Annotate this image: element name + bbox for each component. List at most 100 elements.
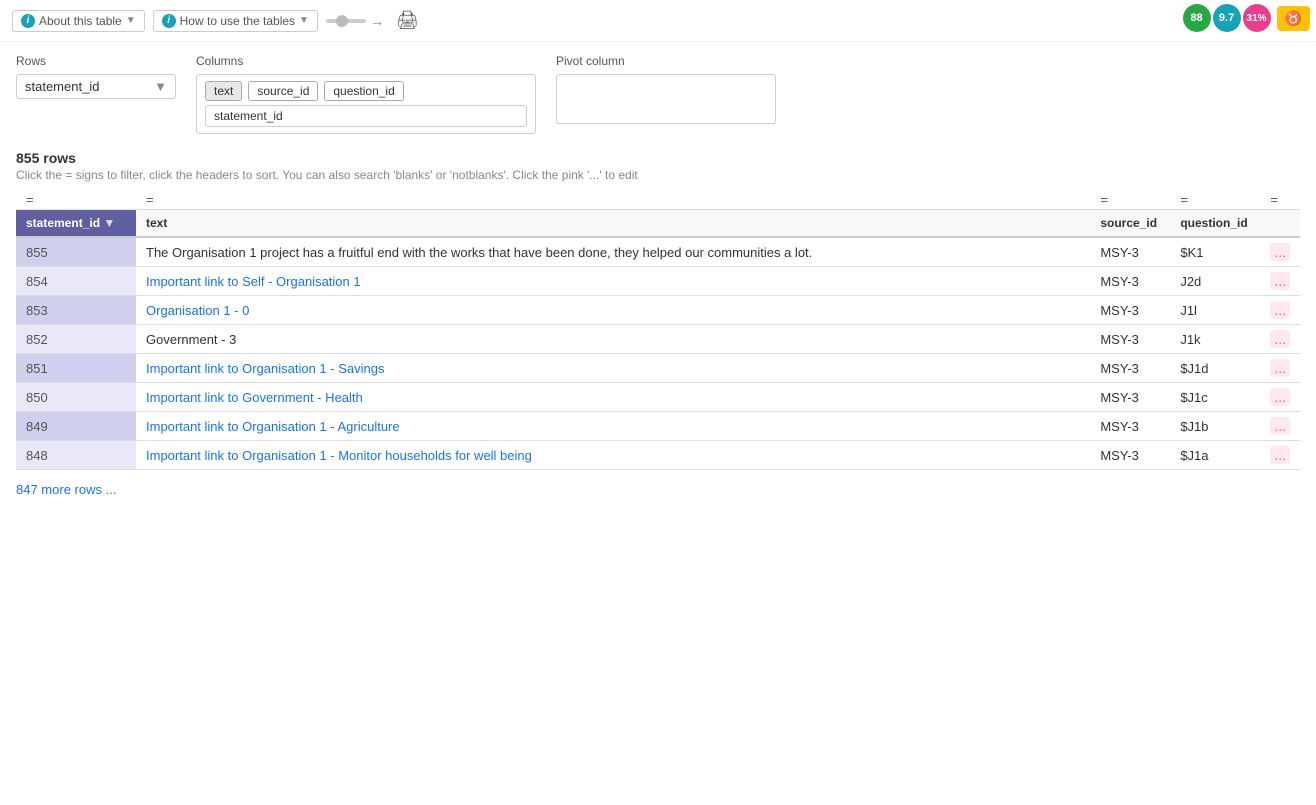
slider-area: → (326, 13, 384, 29)
chevron-down-icon-2: ▼ (299, 15, 309, 26)
pivot-col-box[interactable] (556, 74, 776, 124)
badge-teal: 9.7 (1213, 4, 1241, 32)
cell-id: 855 (16, 237, 136, 267)
edit-dots-btn[interactable]: ... (1270, 388, 1290, 406)
rows-select[interactable]: statement_id ▼ (16, 74, 176, 99)
filter-eq-source[interactable]: = (1100, 192, 1108, 207)
text-link[interactable]: Important link to Self - Organisation 1 (146, 274, 361, 289)
cell-actions[interactable]: ... (1260, 354, 1300, 383)
cell-question: $K1 (1170, 237, 1260, 267)
info-icon: i (21, 14, 35, 28)
about-table-label: About this table (39, 14, 122, 28)
slider-thumb[interactable] (336, 15, 348, 27)
cell-text[interactable]: Organisation 1 - 0 (136, 296, 1090, 325)
print-btn[interactable]: 🖨 (392, 8, 423, 33)
cell-actions[interactable]: ... (1260, 325, 1300, 354)
top-bar: i About this table ▼ i How to use the ta… (0, 0, 1316, 42)
edit-dots-btn[interactable]: ... (1270, 272, 1290, 290)
text-link[interactable]: Important link to Organisation 1 - Monit… (146, 448, 532, 463)
text-link[interactable]: Important link to Organisation 1 - Savin… (146, 361, 384, 376)
filter-eq-question[interactable]: = (1180, 192, 1188, 207)
cell-actions[interactable]: ... (1260, 441, 1300, 470)
cell-id: 853 (16, 296, 136, 325)
col-header-question[interactable]: question_id (1170, 210, 1260, 238)
badge-pink: 31% (1243, 4, 1271, 32)
filter-eq-text[interactable]: = (146, 192, 154, 207)
table-info: 855 rows Click the = signs to filter, cl… (16, 150, 1300, 182)
arrow-icon: → (370, 13, 384, 29)
cell-actions[interactable]: ... (1260, 296, 1300, 325)
table-row: 850 Important link to Government - Health… (16, 383, 1300, 412)
cell-text[interactable]: Important link to Organisation 1 - Savin… (136, 354, 1090, 383)
cell-actions[interactable]: ... (1260, 412, 1300, 441)
pivot-group: Pivot column (556, 54, 776, 124)
filter-eq-id[interactable]: = (26, 192, 34, 207)
howto-btn[interactable]: i How to use the tables ▼ (153, 10, 318, 32)
col-tag-source[interactable]: source_id (248, 81, 318, 101)
data-table: = = = = = statement_id ▼ text source_id … (16, 190, 1300, 470)
cell-text[interactable]: Important link to Organisation 1 - Monit… (136, 441, 1090, 470)
col-header-row: statement_id ▼ text source_id question_i… (16, 210, 1300, 238)
col-header-id[interactable]: statement_id ▼ (16, 210, 136, 238)
cell-source: MSY-3 (1090, 412, 1170, 441)
rows-group: Rows statement_id ▼ (16, 54, 176, 99)
cell-text[interactable]: Important link to Self - Organisation 1 (136, 267, 1090, 296)
edit-dots-btn[interactable]: ... (1270, 446, 1290, 464)
table-row: 855The Organisation 1 project has a frui… (16, 237, 1300, 267)
edit-dots-btn[interactable]: ... (1270, 359, 1290, 377)
badge-green: 88 (1183, 4, 1211, 32)
col-tag-text[interactable]: text (205, 81, 242, 101)
text-link[interactable]: Important link to Government - Health (146, 390, 363, 405)
more-rows-link[interactable]: 847 more rows ... (16, 482, 1300, 497)
cell-source: MSY-3 (1090, 441, 1170, 470)
table-row: 854Important link to Self - Organisation… (16, 267, 1300, 296)
rows-label: Rows (16, 54, 176, 68)
cell-actions[interactable]: ... (1260, 267, 1300, 296)
cell-source: MSY-3 (1090, 383, 1170, 412)
col-header-text[interactable]: text (136, 210, 1090, 238)
slider-track[interactable] (326, 19, 366, 23)
cell-id: 848 (16, 441, 136, 470)
filter-row: = = = = = (16, 190, 1300, 210)
col-header-source[interactable]: source_id (1090, 210, 1170, 238)
user-badge[interactable]: ♉ (1277, 6, 1310, 31)
text-link[interactable]: Important link to Organisation 1 - Agric… (146, 419, 400, 434)
cell-source: MSY-3 (1090, 267, 1170, 296)
cell-text[interactable]: Important link to Government - Health (136, 383, 1090, 412)
columns-bottom-row[interactable]: statement_id (205, 105, 527, 127)
cell-source: MSY-3 (1090, 325, 1170, 354)
table-body: 855The Organisation 1 project has a frui… (16, 237, 1300, 470)
cell-question: J2d (1170, 267, 1260, 296)
cell-source: MSY-3 (1090, 354, 1170, 383)
text-link[interactable]: Organisation 1 - 0 (146, 303, 249, 318)
cell-actions[interactable]: ... (1260, 383, 1300, 412)
edit-dots-btn[interactable]: ... (1270, 330, 1290, 348)
cell-id: 850 (16, 383, 136, 412)
cell-source: MSY-3 (1090, 296, 1170, 325)
cell-text[interactable]: Important link to Organisation 1 - Agric… (136, 412, 1090, 441)
rows-value: statement_id (25, 79, 99, 94)
col-header-id-arrow: ▼ (103, 216, 115, 230)
table-row: 853Organisation 1 - 0MSY-3J1l... (16, 296, 1300, 325)
cell-question: $J1c (1170, 383, 1260, 412)
cell-id: 852 (16, 325, 136, 354)
table-hint: Click the = signs to filter, click the h… (16, 168, 1300, 182)
edit-dots-btn[interactable]: ... (1270, 417, 1290, 435)
cell-question: $J1a (1170, 441, 1260, 470)
about-table-btn[interactable]: i About this table ▼ (12, 10, 145, 32)
col-header-actions (1260, 210, 1300, 238)
main-content: Rows statement_id ▼ Columns text source_… (0, 42, 1316, 509)
col-tag-question[interactable]: question_id (324, 81, 403, 101)
cell-actions[interactable]: ... (1260, 237, 1300, 267)
cell-question: $J1d (1170, 354, 1260, 383)
cell-id: 851 (16, 354, 136, 383)
edit-dots-btn[interactable]: ... (1270, 301, 1290, 319)
edit-dots-btn[interactable]: ... (1270, 243, 1290, 261)
table-row: 849Important link to Organisation 1 - Ag… (16, 412, 1300, 441)
cell-question: $J1b (1170, 412, 1260, 441)
cell-source: MSY-3 (1090, 237, 1170, 267)
columns-top-row: text source_id question_id (205, 81, 527, 101)
config-section: Rows statement_id ▼ Columns text source_… (16, 54, 1300, 134)
filter-eq-actions[interactable]: = (1270, 192, 1278, 207)
cell-text: The Organisation 1 project has a fruitfu… (136, 237, 1090, 267)
